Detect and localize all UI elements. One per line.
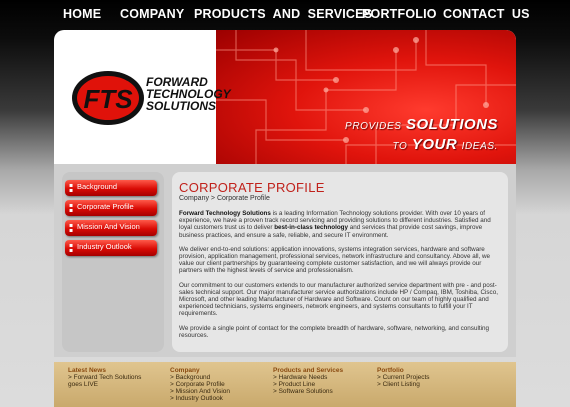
top-navigation: HOME COMPANY PRODUCTS AND SERVICES PORTF… [0, 0, 570, 30]
logo-wordmark: FORWARD TECHNOLOGY SOLUTIONS [146, 76, 231, 112]
footer-heading: Latest News [68, 367, 106, 374]
sidebar-item-industry-outlook[interactable]: ▪ ▪ Industry Outlook [65, 240, 157, 256]
paragraph-contact: We provide a single point of contact for… [179, 324, 490, 339]
page-title: CORPORATE PROFILE [179, 180, 325, 195]
footer-link[interactable]: > Hardware Needs [273, 374, 343, 381]
company-name-strong: Forward Technology Solutions [179, 210, 271, 217]
fts-logo[interactable]: FTS [70, 68, 150, 132]
footer-link[interactable]: > Corporate Profile [170, 381, 230, 388]
footer-link[interactable]: goes LIVE [68, 381, 141, 388]
footer-link[interactable]: > Current Projects [377, 374, 430, 381]
footer-link[interactable]: > Mission And Vision [170, 388, 230, 395]
breadcrumb-separator: > [210, 195, 216, 202]
sidebar-item-background[interactable]: ▪ ▪ Background [65, 180, 157, 196]
bullet-icon: ▪ ▪ [69, 182, 74, 194]
nav-home[interactable]: HOME [63, 7, 101, 21]
tagline-to: TO [392, 141, 408, 152]
footer-link[interactable]: > Client Listing [377, 381, 430, 388]
nav-contact-us[interactable]: CONTACT US [443, 7, 530, 21]
paragraph-intro: Forward Technology Solutions is a leadin… [179, 210, 499, 239]
tagline-solutions: SOLUTIONS [405, 116, 498, 133]
sidebar-item-label: Industry Outlook [77, 242, 132, 251]
footer-link[interactable]: > Industry Outlook [170, 395, 230, 402]
sidebar-item-mission-and-vision[interactable]: ▪ ▪ Mission And Vision [65, 220, 157, 236]
paragraph-solutions: We deliver end-to-end solutions: applica… [179, 245, 491, 275]
nav-portfolio[interactable]: PORTFOLIO [362, 7, 437, 21]
sidebar-item-label: Mission And Vision [77, 222, 140, 231]
paragraph-commitment: Our commitment to our customers extends … [179, 281, 498, 318]
tagline-provides: PROVIDES [345, 121, 402, 132]
bullet-icon: ▪ ▪ [69, 202, 74, 214]
footer-heading: Company [170, 367, 200, 374]
footer-link[interactable]: > Product Line [273, 381, 343, 388]
logo-line-solutions: SOLUTIONS [146, 99, 217, 113]
content-area: ▪ ▪ Background ▪ ▪ Corporate Profile ▪ ▪ Mi… [54, 164, 516, 357]
footer-link[interactable]: > Background [170, 374, 230, 381]
bullet-icon: ▪ ▪ [69, 222, 74, 234]
footer-portfolio: Portfolio > Current Projects > Client Li… [377, 367, 430, 388]
sidebar-item-corporate-profile[interactable]: ▪ ▪ Corporate Profile [65, 200, 157, 216]
breadcrumb-current: Corporate Profile [216, 195, 270, 202]
footer-products: Products and Services > Hardware Needs >… [273, 367, 343, 395]
nav-products-and-services[interactable]: PRODUCTS AND SERVICES [194, 7, 372, 21]
sidebar-item-label: Background [77, 182, 118, 191]
sidebar: ▪ ▪ Background ▪ ▪ Corporate Profile ▪ ▪ Mi… [62, 172, 164, 352]
footer-link[interactable]: > Software Solutions [273, 388, 343, 395]
article-body: Forward Technology Solutions is a leadin… [179, 210, 499, 346]
logo-mark: FTS [83, 84, 133, 114]
tagline-ideas: IDEAS. [461, 141, 498, 152]
footer-company: Company > Background > Corporate Profile… [170, 367, 230, 402]
tagline-your: YOUR [411, 136, 458, 153]
main-panel: CORPORATE PROFILE Company > Corporate Pr… [172, 172, 508, 352]
footer-news: Latest News > Forward Tech Solutions goe… [68, 367, 141, 388]
sidebar-item-label: Corporate Profile [77, 202, 134, 211]
breadcrumb-company[interactable]: Company [179, 195, 209, 202]
tagline: PROVIDES SOLUTIONS TO YOUR IDEAS. [345, 116, 498, 156]
footer: Latest News > Forward Tech Solutions goe… [54, 362, 516, 407]
header-banner: FTS FORWARD TECHNOLOGY SOLUTIONS PROVIDE… [54, 30, 516, 164]
breadcrumb: Company > Corporate Profile [179, 195, 270, 202]
bullet-icon: ▪ ▪ [69, 242, 74, 254]
best-in-class-strong: best-in-class technology [274, 224, 349, 232]
footer-heading: Products and Services [273, 367, 344, 374]
footer-heading: Portfolio [377, 367, 404, 374]
nav-company[interactable]: COMPANY [120, 7, 184, 21]
footer-link[interactable]: > Forward Tech Solutions [68, 374, 141, 381]
